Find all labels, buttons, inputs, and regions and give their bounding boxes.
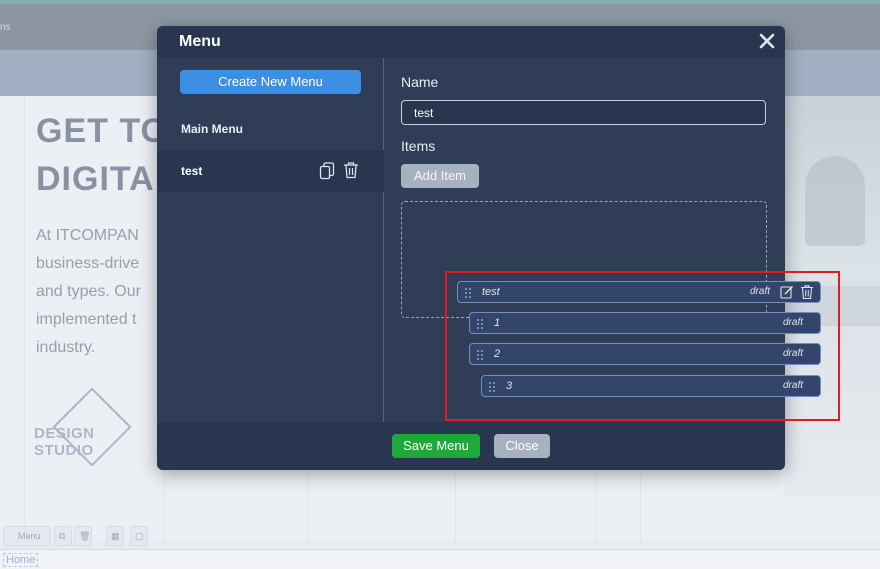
drag-handle-icon[interactable] <box>476 317 484 329</box>
menu-modal: Menu Create New Menu Main Menu test Name… <box>157 26 785 470</box>
close-button[interactable]: Close <box>494 434 550 458</box>
menu-sidebar: Create New Menu Main Menu test <box>157 58 384 422</box>
menu-item-label: 2 <box>494 348 501 360</box>
trash-icon[interactable] <box>800 284 814 300</box>
menu-item[interactable]: 1 draft <box>469 312 821 334</box>
status-badge: draft <box>783 348 804 359</box>
menu-item[interactable]: 3 draft <box>481 375 821 397</box>
trash-icon[interactable] <box>343 161 359 179</box>
main-menu-label: Main Menu <box>181 122 243 136</box>
menu-item-label: test <box>482 286 500 298</box>
name-label: Name <box>401 74 439 90</box>
menu-item-label: 3 <box>506 380 513 392</box>
name-input[interactable] <box>401 100 766 125</box>
modal-footer: Save Menu Close <box>157 422 785 470</box>
create-new-menu-button[interactable]: Create New Menu <box>180 70 361 94</box>
status-badge: draft <box>750 286 771 297</box>
add-item-button[interactable]: Add Item <box>401 164 479 188</box>
sidebar-item-test[interactable]: test <box>157 150 384 192</box>
status-badge: draft <box>783 380 804 391</box>
copy-icon[interactable] <box>319 162 335 180</box>
menu-item[interactable]: 2 draft <box>469 343 821 365</box>
menu-item[interactable]: test draft <box>457 281 821 303</box>
status-badge: draft <box>783 317 804 328</box>
drag-handle-icon[interactable] <box>464 286 472 298</box>
close-icon[interactable] <box>757 31 777 51</box>
modal-header: Menu <box>157 26 785 58</box>
modal-title: Menu <box>179 33 221 50</box>
edit-icon[interactable] <box>780 285 794 299</box>
menu-editor: Name Items Add Item <box>385 58 785 422</box>
sidebar-item-label: test <box>181 164 203 178</box>
drag-handle-icon[interactable] <box>476 348 484 360</box>
drag-handle-icon[interactable] <box>488 380 496 392</box>
save-menu-button[interactable]: Save Menu <box>392 434 480 458</box>
items-label: Items <box>401 138 436 154</box>
menu-item-label: 1 <box>494 317 501 329</box>
